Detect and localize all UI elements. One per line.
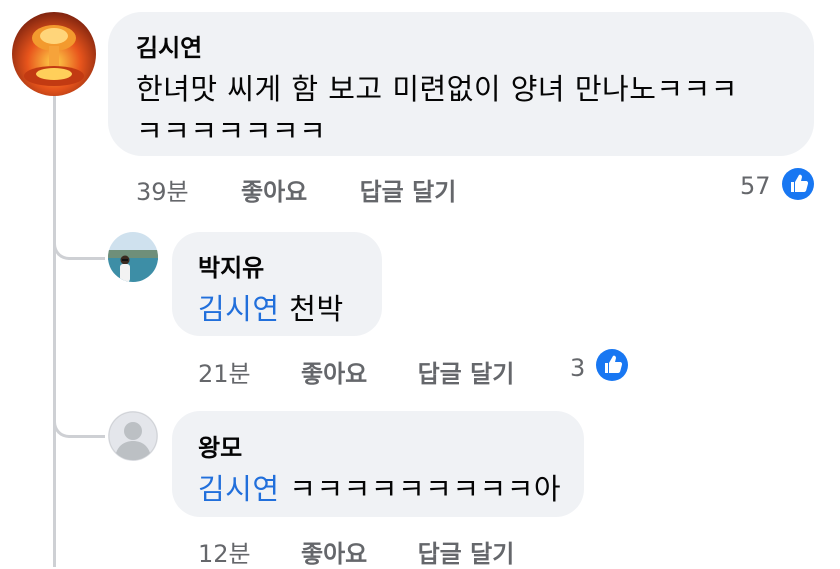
avatar[interactable] xyxy=(12,12,96,96)
reply-text: 김시연 ㅋㅋㅋㅋㅋㅋㅋㅋㅋ아 xyxy=(198,466,561,508)
beach-photo-avatar-icon xyxy=(108,232,158,282)
avatar[interactable] xyxy=(108,411,158,461)
reaction-count[interactable]: 3 xyxy=(570,354,585,382)
reply-actions: 12분 좋아요 답글 달기 xyxy=(198,534,514,569)
like-button[interactable]: 좋아요 xyxy=(241,178,307,206)
default-user-avatar-icon xyxy=(108,411,158,461)
mention-link[interactable]: 김시연 xyxy=(198,472,280,506)
reply-text: 김시연 천박 xyxy=(198,286,344,328)
comment-author[interactable]: 김시연 xyxy=(136,28,202,63)
avatar[interactable] xyxy=(108,232,158,282)
reply-connector-2 xyxy=(53,414,105,438)
reply-timestamp[interactable]: 12분 xyxy=(198,540,251,568)
comment-actions: 39분 좋아요 답글 달기 xyxy=(136,172,456,207)
reply-author[interactable]: 박지유 xyxy=(198,248,264,283)
thumbs-up-icon[interactable] xyxy=(596,349,628,381)
comment-text-line-1: 한녀맛 씨게 함 보고 미련없이 양녀 만나노ㅋㅋㅋ xyxy=(136,72,738,106)
like-button[interactable]: 좋아요 xyxy=(301,540,367,568)
thumbs-up-icon[interactable] xyxy=(782,168,814,200)
reply-text-body: ㅋㅋㅋㅋㅋㅋㅋㅋㅋ아 xyxy=(279,472,562,506)
reply-button[interactable]: 답글 달기 xyxy=(418,540,515,568)
reply-author[interactable]: 왕모 xyxy=(198,428,242,463)
reply-connector-1 xyxy=(53,236,105,260)
comment-text-line-2: ㅋㅋㅋㅋㅋㅋㅋ xyxy=(136,114,327,148)
mention-link[interactable]: 김시연 xyxy=(198,292,280,326)
reply-actions: 21분 좋아요 답글 달기 xyxy=(198,354,514,389)
reply-text-body: 천박 xyxy=(279,292,344,326)
like-button[interactable]: 좋아요 xyxy=(301,360,367,388)
reply-timestamp[interactable]: 21분 xyxy=(198,360,251,388)
reply-button[interactable]: 답글 달기 xyxy=(418,360,515,388)
reply-button[interactable]: 답글 달기 xyxy=(360,178,457,206)
comment-timestamp[interactable]: 39분 xyxy=(136,178,189,206)
thread-line xyxy=(53,95,56,567)
reaction-count[interactable]: 57 xyxy=(740,172,771,200)
explosion-avatar-icon xyxy=(12,12,96,96)
